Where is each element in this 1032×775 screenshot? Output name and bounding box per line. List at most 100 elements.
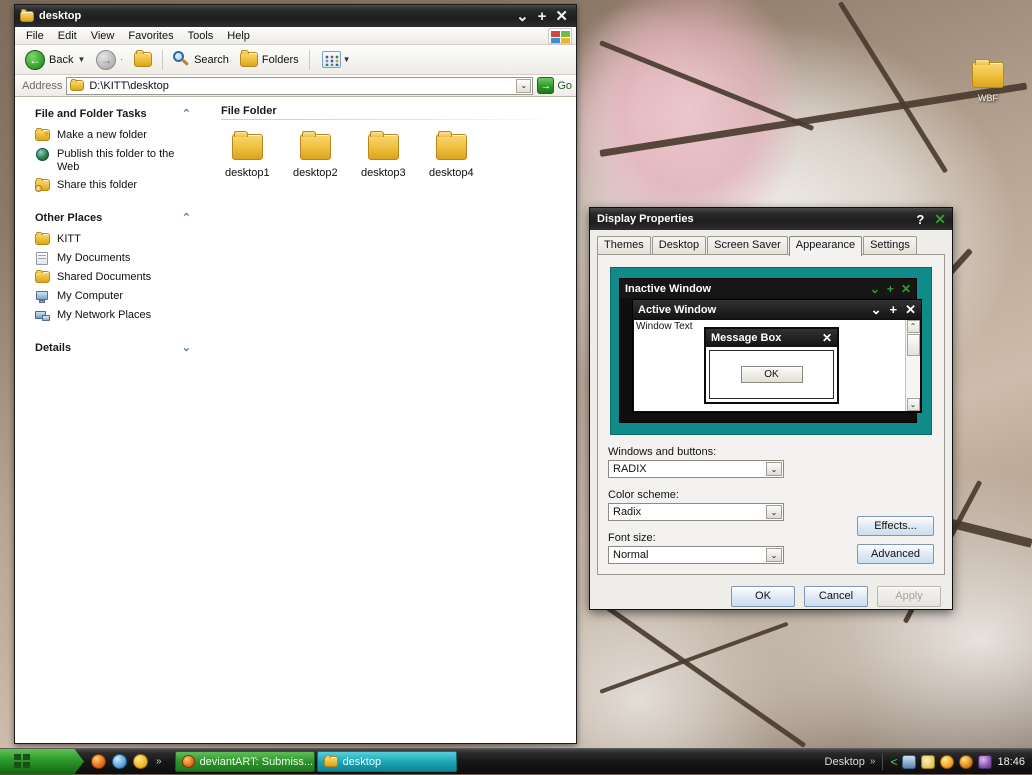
close-icon[interactable]: ✕ (555, 9, 568, 24)
chevron-down-icon[interactable]: ▼ (77, 55, 85, 64)
folder-icon (70, 78, 85, 91)
tab-desktop[interactable]: Desktop (651, 236, 707, 254)
start-button[interactable] (0, 748, 84, 775)
chevron-down-icon[interactable]: ⌄ (766, 505, 782, 519)
list-item-label: desktop1 (225, 167, 270, 179)
task-list: deviantART: Submiss... desktop (174, 751, 457, 772)
preview-message-box: Message Box ✕ OK (704, 327, 839, 404)
folder-icon (35, 231, 51, 247)
list-item[interactable]: desktop1 (225, 130, 270, 179)
go-button[interactable]: → Go (537, 77, 572, 94)
sidebar-item-kitt[interactable]: KITT (35, 231, 199, 247)
search-button[interactable]: Search (169, 49, 233, 70)
close-icon[interactable]: ✕ (934, 211, 946, 228)
chevron-down-icon[interactable]: ▼ (343, 55, 351, 64)
display-properties-dialog[interactable]: Display Properties ? ✕ Themes Desktop Sc… (589, 207, 953, 610)
chevron-down-icon[interactable]: ⌄ (766, 548, 782, 562)
panel-header[interactable]: File and Folder Tasks ⌃ (23, 107, 199, 121)
menu-item-favorites[interactable]: Favorites (121, 29, 180, 43)
maximize-icon: + (889, 301, 898, 317)
sidebar-item-shared-documents[interactable]: Shared Documents (35, 269, 199, 285)
up-button[interactable] (130, 50, 156, 69)
list-item[interactable]: desktop3 (361, 130, 406, 179)
tray-separator (882, 753, 884, 770)
messenger-icon[interactable] (940, 754, 955, 769)
address-input[interactable]: D:\KITT\desktop ⌄ (66, 76, 534, 95)
panel-title: File and Folder Tasks (35, 107, 147, 120)
ok-button[interactable]: OK (731, 585, 795, 607)
folders-button[interactable]: Folders (236, 50, 303, 69)
messenger-icon[interactable] (133, 754, 148, 769)
clock[interactable]: 18:46 (997, 756, 1025, 768)
maximize-icon[interactable]: + (538, 9, 547, 24)
font-size-select[interactable]: Normal ⌄ (608, 546, 784, 564)
preview-inactive-title: Inactive Window (625, 282, 712, 295)
effects-button[interactable]: Effects... (857, 516, 934, 536)
sidebar-item-make-new-folder[interactable]: ✦ Make a new folder (35, 127, 199, 143)
menu-item-view[interactable]: View (84, 29, 122, 43)
explorer-title-bar[interactable]: desktop ⌄ + ✕ (15, 5, 576, 27)
close-icon: ✕ (905, 301, 916, 317)
chevron-down-icon[interactable]: ⌄ (516, 78, 532, 93)
maximize-icon: + (886, 281, 894, 296)
chevron-down-icon[interactable]: ⌄ (766, 462, 782, 476)
chevron-right-icon[interactable]: » (870, 756, 876, 767)
share-icon[interactable]: < (890, 755, 897, 769)
list-item-label: desktop3 (361, 167, 406, 179)
scroll-down-icon: ⌄ (906, 398, 920, 411)
chevron-down-icon[interactable]: ⌄ (182, 341, 197, 354)
tab-appearance[interactable]: Appearance (788, 236, 863, 256)
list-item[interactable]: desktop4 (429, 130, 474, 179)
folder-icon (972, 58, 1004, 88)
windows-logo-icon (14, 754, 31, 769)
panel-title: Details (35, 341, 72, 354)
minimize-icon[interactable]: ⌄ (516, 9, 529, 24)
cancel-button[interactable]: Cancel (804, 585, 868, 607)
help-icon[interactable]: ? (916, 212, 924, 227)
sidebar-item-my-computer[interactable]: My Computer (35, 290, 199, 304)
task-button[interactable]: desktop (316, 751, 457, 772)
color-scheme-select[interactable]: Radix ⌄ (608, 503, 784, 521)
chevron-up-icon[interactable]: ⌃ (182, 211, 197, 224)
sidebar-item-my-network-places[interactable]: My Network Places (35, 309, 199, 323)
tab-themes[interactable]: Themes (597, 236, 651, 254)
media-icon[interactable] (112, 754, 127, 769)
chevron-up-icon[interactable]: ⌃ (182, 107, 197, 120)
branch-decoration (599, 621, 789, 694)
sidebar-item-my-documents[interactable]: My Documents (35, 252, 199, 266)
sidebar-item-publish-folder[interactable]: Publish this folder to the Web (35, 148, 199, 174)
advanced-button[interactable]: Advanced (857, 544, 934, 564)
minimize-icon: ⌄ (869, 281, 880, 296)
volume-icon[interactable] (921, 754, 936, 769)
explorer-window[interactable]: desktop ⌄ + ✕ File Edit View Favorites T… (14, 4, 577, 744)
explorer-file-list[interactable]: File Folder desktop1 desktop2 desktop3 d… (205, 97, 576, 743)
folder-icon (435, 130, 467, 160)
list-item[interactable]: desktop2 (293, 130, 338, 179)
back-button[interactable]: ← Back ▼ (21, 48, 89, 72)
network-icon[interactable] (902, 754, 917, 769)
panel-details: Details ⌄ (23, 341, 199, 355)
chevron-right-icon[interactable]: » (154, 756, 162, 767)
scroll-thumb (906, 334, 920, 356)
forward-button[interactable]: → · (92, 48, 127, 72)
tab-screen-saver[interactable]: Screen Saver (707, 236, 788, 254)
sidebar-item-share-folder[interactable]: Share this folder (35, 177, 199, 193)
menu-item-help[interactable]: Help (220, 29, 257, 43)
dialog-title-bar[interactable]: Display Properties ? ✕ (590, 208, 952, 230)
utility-icon[interactable] (978, 754, 993, 769)
tab-settings[interactable]: Settings (863, 236, 917, 254)
panel-header[interactable]: Other Places ⌃ (23, 211, 199, 225)
menu-item-edit[interactable]: Edit (51, 29, 84, 43)
search-label: Search (194, 53, 229, 66)
appearance-preview[interactable]: Inactive Window ⌄ + ✕ Active Window ⌄ + … (610, 267, 932, 435)
menu-item-tools[interactable]: Tools (181, 29, 221, 43)
menu-item-file[interactable]: File (19, 29, 51, 43)
firefox-icon[interactable] (91, 754, 106, 769)
windows-and-buttons-select[interactable]: RADIX ⌄ (608, 460, 784, 478)
desktop-icon[interactable]: WBF (960, 58, 1016, 103)
views-button[interactable]: ▼ (321, 51, 351, 68)
task-button[interactable]: deviantART: Submiss... (174, 751, 315, 772)
antivirus-icon[interactable] (959, 754, 974, 769)
tray-desktop-label[interactable]: Desktop (825, 756, 865, 768)
panel-header[interactable]: Details ⌄ (23, 341, 199, 355)
